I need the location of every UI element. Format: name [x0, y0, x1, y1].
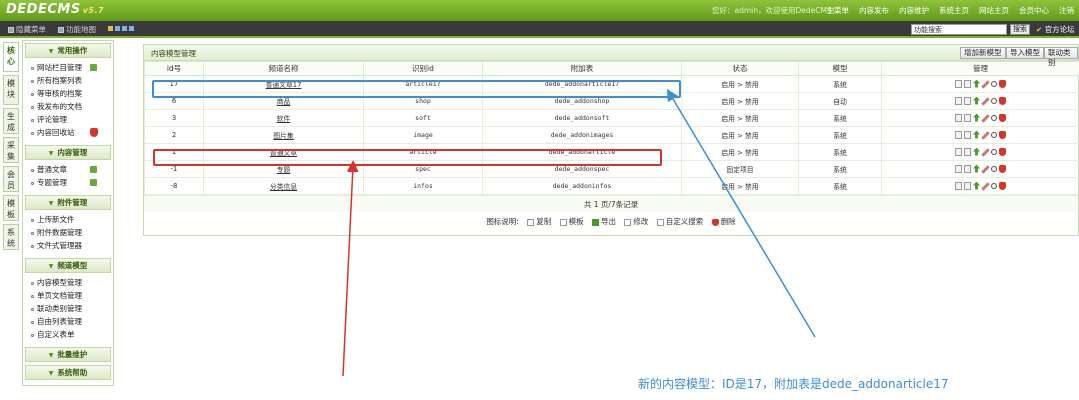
annotation-arrows	[342, 88, 816, 377]
red-arrow	[342, 160, 359, 377]
blue-arrow	[666, 88, 816, 338]
annotation-note: 新的内容模型：ID是17，附加表是dede_addonarticle17	[638, 377, 949, 391]
